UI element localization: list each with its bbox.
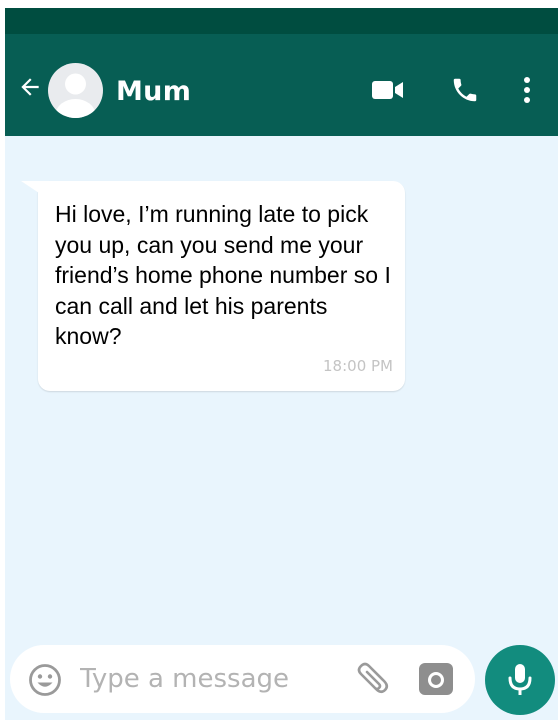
microphone-icon [508,664,532,695]
emoji-button[interactable] [28,663,62,697]
avatar[interactable] [48,63,103,118]
incoming-message-bubble[interactable]: Hi love, I’m running late to pick you up… [21,181,405,391]
more-options-button[interactable] [509,72,545,108]
more-vertical-icon [524,77,530,103]
voice-call-button[interactable] [445,72,485,108]
phone-icon [453,78,477,102]
paperclip-icon [357,662,389,694]
person-icon [55,73,96,118]
status-bar [5,8,558,34]
video-call-button[interactable] [368,72,408,108]
message-timestamp: 18:00 PM [323,357,393,375]
message-text: Hi love, I’m running late to pick you up… [55,201,391,349]
contact-name[interactable]: Mum [116,76,191,107]
mic-button[interactable] [485,645,555,715]
arrow-left-icon [21,78,39,96]
smiley-icon [29,664,61,696]
back-button[interactable] [15,72,45,102]
camera-button[interactable] [418,662,454,696]
message-composer [10,645,475,713]
chat-header: Mum [5,34,558,136]
attach-button[interactable] [352,661,392,701]
video-camera-icon [372,81,403,99]
message-input[interactable] [80,659,330,699]
camera-icon [419,663,453,695]
bubble-tail [21,181,51,201]
chat-area[interactable]: Hi love, I’m running late to pick you up… [5,136,558,720]
